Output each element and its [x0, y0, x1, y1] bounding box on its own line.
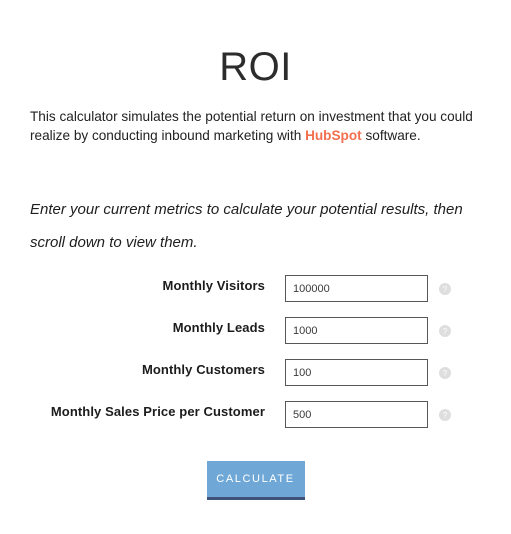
help-circle-icon[interactable]: ?: [439, 283, 451, 295]
field-row-monthly-customers: Monthly Customers ?: [0, 354, 511, 396]
label-monthly-leads: Monthly Leads: [172, 320, 265, 335]
intro-paragraph: This calculator simulates the potential …: [30, 107, 482, 146]
svg-text:?: ?: [443, 327, 448, 336]
field-row-monthly-visitors: Monthly Visitors ?: [0, 270, 511, 312]
label-monthly-customers: Monthly Customers: [141, 362, 265, 377]
svg-text:?: ?: [443, 369, 448, 378]
intro-text-after: software.: [361, 128, 421, 144]
calculate-button[interactable]: CALCULATE: [206, 461, 305, 500]
label-monthly-sales-price-per-customer: Monthly Sales Price per Customer: [50, 404, 265, 419]
label-monthly-visitors: Monthly Visitors: [162, 278, 265, 293]
input-monthly-visitors[interactable]: [285, 275, 428, 302]
field-row-monthly-leads: Monthly Leads ?: [0, 312, 511, 354]
help-circle-icon[interactable]: ?: [439, 325, 451, 337]
input-monthly-leads[interactable]: [285, 317, 428, 344]
input-monthly-customers[interactable]: [285, 359, 428, 386]
hubspot-link[interactable]: HubSpot: [305, 128, 362, 143]
roi-form: Monthly Visitors ? Monthly Leads ? Month…: [0, 270, 511, 438]
help-circle-icon[interactable]: ?: [439, 409, 451, 421]
svg-text:?: ?: [443, 285, 448, 294]
roi-calculator-page: ROI This calculator simulates the potent…: [0, 0, 511, 534]
page-title: ROI: [219, 44, 292, 89]
svg-text:?: ?: [443, 411, 448, 420]
help-circle-icon[interactable]: ?: [439, 367, 451, 379]
submit-button-container: CALCULATE: [0, 461, 511, 500]
input-monthly-sales-price-per-customer[interactable]: [285, 401, 428, 428]
instruction-text: Enter your current metrics to calculate …: [30, 201, 463, 251]
field-row-monthly-sales-price: Monthly Sales Price per Customer ?: [0, 396, 511, 438]
